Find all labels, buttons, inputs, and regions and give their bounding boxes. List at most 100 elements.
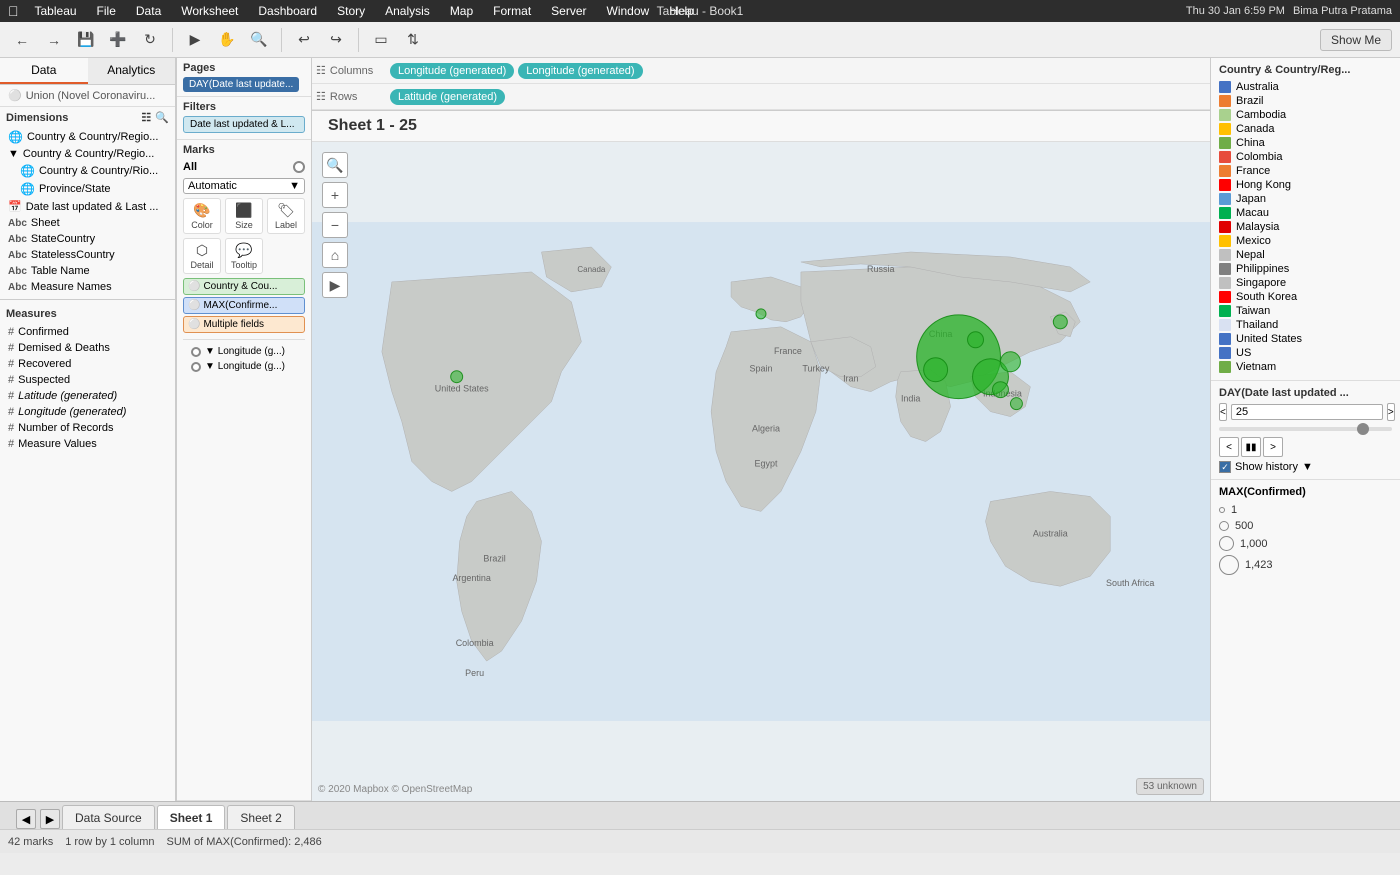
legend-item[interactable]: Vietnam [1219,360,1392,374]
legend-item[interactable]: Brazil [1219,94,1392,108]
dim-country-region-1[interactable]: 🌐 Country & Country/Regio... [0,128,175,146]
dimensions-header[interactable]: Dimensions ☷ 🔍 [0,107,175,128]
dim-stateless-country[interactable]: Abc StatelessCountry [0,247,175,263]
save-button[interactable]: 💾 [72,27,100,53]
map-home-button[interactable]: ⌂ [322,242,348,268]
dim-province-state[interactable]: 🌐 Province/State [0,180,175,198]
map-menu[interactable]: Map [446,2,477,20]
tab-left-button[interactable]: ◀ [16,809,36,829]
map-search-button[interactable]: 🔍 [322,152,348,178]
legend-item[interactable]: Colombia [1219,150,1392,164]
measure-values[interactable]: # Measure Values [0,436,175,452]
duplicate-button[interactable]: ▭ [367,27,395,53]
day-next-button[interactable]: > [1387,403,1395,421]
tab-sheet1[interactable]: Sheet 1 [157,805,226,829]
legend-item[interactable]: US [1219,346,1392,360]
pages-pill[interactable]: DAY(Date last update... [183,77,299,92]
dim-state-country[interactable]: Abc StateCountry [0,231,175,247]
marks-pill-max[interactable]: ⚪ MAX(Confirme... [183,297,305,314]
label-button[interactable]: 🏷 Label [267,198,305,234]
file-menu[interactable]: File [93,2,120,20]
redo-button[interactable]: ↪ [322,27,350,53]
legend-item[interactable]: Japan [1219,192,1392,206]
dashboard-menu[interactable]: Dashboard [254,2,321,20]
measure-confirmed[interactable]: # Confirmed [0,324,175,340]
tab-sheet2[interactable]: Sheet 2 [227,805,294,829]
dim-sheet[interactable]: Abc Sheet [0,215,175,231]
dim-country-region-folder[interactable]: ▼ Country & Country/Regio... [0,146,175,162]
color-button[interactable]: 🎨 Color [183,198,221,234]
day-slider-thumb[interactable] [1357,423,1369,435]
col-pill-2[interactable]: Longitude (generated) [518,63,642,79]
story-menu[interactable]: Story [333,2,369,20]
worksheet-menu[interactable]: Worksheet [177,2,242,20]
server-menu[interactable]: Server [547,2,590,20]
legend-item[interactable]: South Korea [1219,290,1392,304]
undo-button[interactable]: ↩ [290,27,318,53]
marks-radio[interactable] [293,161,305,173]
refresh-button[interactable]: ↻ [136,27,164,53]
dim-date[interactable]: 📅 Date last updated & Last ... [0,198,175,215]
measures-header[interactable]: Measures [0,304,175,324]
col-pill-1[interactable]: Longitude (generated) [390,63,514,79]
tooltip-button[interactable]: 💬 Tooltip [225,238,263,274]
map-zoom-out-button[interactable]: − [322,212,348,238]
measure-latitude[interactable]: # Latitude (generated) [0,388,175,404]
union-source[interactable]: ⚪ Union (Novel Coronaviru... [0,85,175,107]
analysis-menu[interactable]: Analysis [381,2,434,20]
legend-item[interactable]: Taiwan [1219,304,1392,318]
back-button[interactable]: ← [8,27,36,53]
show-history-checkbox[interactable]: ✓ [1219,461,1231,473]
dim-country-region-2[interactable]: 🌐 Country & Country/Rio... [0,162,175,180]
select-tool[interactable]: ▶ [181,27,209,53]
tab-right-button[interactable]: ▶ [40,809,60,829]
legend-item[interactable]: Hong Kong [1219,178,1392,192]
legend-item[interactable]: Australia [1219,80,1392,94]
swap-button[interactable]: ⇅ [399,27,427,53]
detail-button[interactable]: ⬡ Detail [183,238,221,274]
play-prev-button[interactable]: < [1219,437,1239,457]
marks-pill-country[interactable]: ⚪ Country & Cou... [183,278,305,295]
play-stop-button[interactable]: ▮▮ [1241,437,1261,457]
measure-recovered[interactable]: # Recovered [0,356,175,372]
legend-item[interactable]: Macau [1219,206,1392,220]
measure-suspected[interactable]: # Suspected [0,372,175,388]
legend-item[interactable]: Canada [1219,122,1392,136]
dim-table-name[interactable]: Abc Table Name [0,263,175,279]
map-zoom-in-button[interactable]: + [322,182,348,208]
data-menu[interactable]: Data [132,2,165,20]
legend-item[interactable]: France [1219,164,1392,178]
dim-measure-names[interactable]: Abc Measure Names [0,279,175,295]
legend-item[interactable]: Thailand [1219,318,1392,332]
filter-pill-date[interactable]: Date last updated & L... [183,116,305,133]
search-icon[interactable]: 🔍 [155,111,169,124]
day-slider[interactable] [1219,427,1392,431]
add-datasource-button[interactable]: ➕ [104,27,132,53]
zoom-tool[interactable]: 🔍 [245,27,273,53]
size-button[interactable]: ⬛ Size [225,198,263,234]
tab-data[interactable]: Data [0,58,88,84]
marks-pill-multi[interactable]: ⚪ Multiple fields [183,316,305,333]
legend-item[interactable]: Malaysia [1219,220,1392,234]
map-select-button[interactable]: ▶ [322,272,348,298]
forward-button[interactable]: → [40,27,68,53]
longitude1-item[interactable]: ▼ Longitude (g...) [183,344,305,359]
measure-demised[interactable]: # Demised & Deaths [0,340,175,356]
legend-item[interactable]: United States [1219,332,1392,346]
day-prev-button[interactable]: < [1219,403,1227,421]
map-area[interactable]: 🔍 + − ⌂ ▶ [312,142,1210,801]
legend-item[interactable]: Cambodia [1219,108,1392,122]
tab-data-source[interactable]: Data Source [62,805,155,829]
longitude2-item[interactable]: ▼ Longitude (g...) [183,359,305,374]
legend-item[interactable]: China [1219,136,1392,150]
legend-item[interactable]: Nepal [1219,248,1392,262]
format-menu[interactable]: Format [489,2,535,20]
day-input[interactable] [1231,404,1383,420]
legend-item[interactable]: Mexico [1219,234,1392,248]
play-next-button[interactable]: > [1263,437,1283,457]
window-menu[interactable]: Window [603,2,654,20]
pan-tool[interactable]: ✋ [213,27,241,53]
legend-item[interactable]: Singapore [1219,276,1392,290]
tableau-menu[interactable]: Tableau [31,2,81,20]
measure-num-records[interactable]: # Number of Records [0,420,175,436]
